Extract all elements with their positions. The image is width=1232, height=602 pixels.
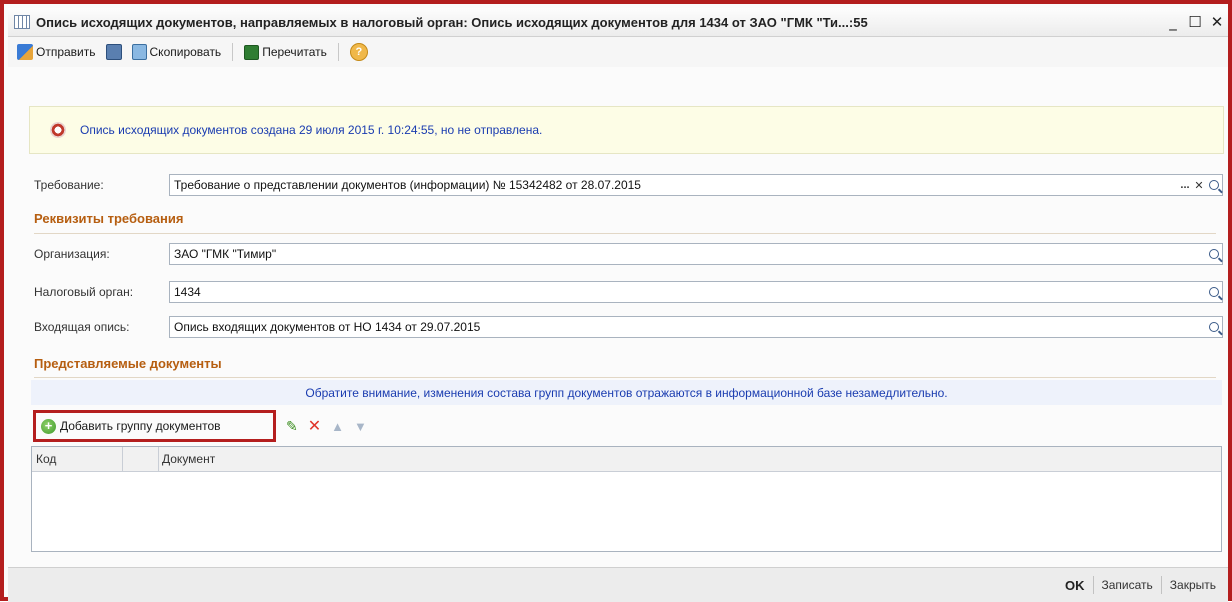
documents-table-header: Код Документ [32, 447, 1221, 472]
column-divider [122, 447, 123, 471]
documents-table[interactable]: Код Документ [31, 446, 1222, 552]
search-icon [1209, 287, 1219, 297]
copy-icon [131, 44, 147, 60]
requirement-select-button[interactable]: ... [1178, 175, 1192, 195]
requirement-field[interactable]: Требование о представлении документов (и… [169, 174, 1223, 196]
tax-authority-label: Налоговый орган: [34, 285, 134, 299]
incoming-list-value: Опись входящих документов от НО 1434 от … [174, 320, 481, 334]
footer-bar: OK Записать Закрыть [8, 567, 1228, 602]
reread-icon [244, 44, 260, 60]
incoming-list-row: Входящая опись: [34, 316, 129, 338]
ok-button[interactable]: OK [1065, 578, 1085, 593]
print-button[interactable] [103, 42, 125, 62]
reread-label: Перечитать [262, 45, 327, 59]
requirement-row: Требование: [34, 174, 104, 196]
toolbar-separator [337, 43, 339, 61]
tax-authority-field[interactable]: 1434 [169, 281, 1223, 303]
edit-icon[interactable]: ✎ [286, 418, 298, 435]
incoming-list-field[interactable]: Опись входящих документов от НО 1434 от … [169, 316, 1223, 338]
requirement-label: Требование: [34, 178, 104, 192]
send-label: Отправить [36, 45, 96, 59]
document-window: Опись исходящих документов, направляемых… [0, 0, 1232, 602]
window-title: Опись исходящих документов, направляемых… [36, 14, 868, 30]
organization-field[interactable]: ЗАО "ГМК "Тимир" [169, 243, 1223, 265]
footer-separator [1160, 576, 1162, 594]
organization-row: Организация: [34, 243, 110, 265]
footer-separator [1092, 576, 1094, 594]
move-down-icon[interactable]: ▼ [354, 419, 367, 434]
tax-authority-value: 1434 [174, 285, 201, 299]
copy-label: Скопировать [149, 45, 222, 59]
tax-authority-row: Налоговый орган: [34, 281, 133, 303]
section-divider [34, 377, 1216, 378]
print-icon [105, 44, 122, 60]
requirement-clear-button[interactable]: ✕ [1192, 175, 1206, 195]
search-icon [1209, 322, 1219, 332]
documents-notice: Обратите внимание, изменения состава гру… [31, 380, 1222, 405]
column-header-document[interactable]: Документ [158, 447, 1218, 471]
requirement-open-button[interactable] [1207, 175, 1221, 195]
organization-value: ЗАО "ГМК "Тимир" [174, 247, 277, 261]
close-form-button[interactable]: Закрыть [1170, 578, 1216, 592]
add-document-group-label: Добавить группу документов [60, 419, 221, 433]
title-bar: Опись исходящих документов, направляемых… [8, 8, 1228, 37]
tax-emblem-icon [50, 122, 66, 138]
search-icon [1209, 249, 1219, 259]
status-banner: Опись исходящих документов создана 29 ию… [29, 106, 1224, 154]
incoming-list-open-button[interactable] [1207, 317, 1221, 337]
status-banner-text: Опись исходящих документов создана 29 ию… [80, 123, 543, 137]
delete-icon[interactable]: ✕ [308, 416, 321, 436]
close-button[interactable]: ✕ [1206, 13, 1228, 31]
section-divider [34, 233, 1216, 234]
search-icon [1209, 180, 1219, 190]
help-button[interactable]: ? [347, 41, 371, 63]
move-up-icon[interactable]: ▲ [331, 419, 344, 434]
requisites-section-title: Реквизиты требования [34, 211, 184, 226]
add-icon: + [41, 418, 56, 434]
organization-open-button[interactable] [1207, 244, 1221, 264]
organization-label: Организация: [34, 247, 110, 261]
tax-authority-open-button[interactable] [1207, 282, 1221, 302]
maximize-button[interactable]: ☐ [1184, 13, 1206, 31]
toolbar: Отправить Скопировать Перечитать ? [8, 37, 1228, 67]
help-icon: ? [349, 43, 368, 61]
reread-button[interactable]: Перечитать [241, 43, 330, 62]
toolbar-separator [232, 43, 234, 61]
send-icon [17, 44, 33, 60]
incoming-list-label: Входящая опись: [34, 320, 130, 334]
documents-section-title: Представляемые документы [34, 356, 222, 371]
copy-button[interactable]: Скопировать [129, 42, 225, 62]
table-tools: ✎ ✕ ▲ ▼ [286, 416, 367, 436]
minimize-button[interactable]: _ [1162, 13, 1184, 31]
send-button[interactable]: Отправить [14, 42, 99, 62]
requirement-value: Требование о представлении документов (и… [174, 178, 641, 192]
column-header-code[interactable]: Код [32, 447, 122, 471]
save-button[interactable]: Записать [1102, 578, 1153, 592]
add-document-group-button[interactable]: + Добавить группу документов [33, 410, 276, 442]
document-list-icon [14, 15, 30, 29]
